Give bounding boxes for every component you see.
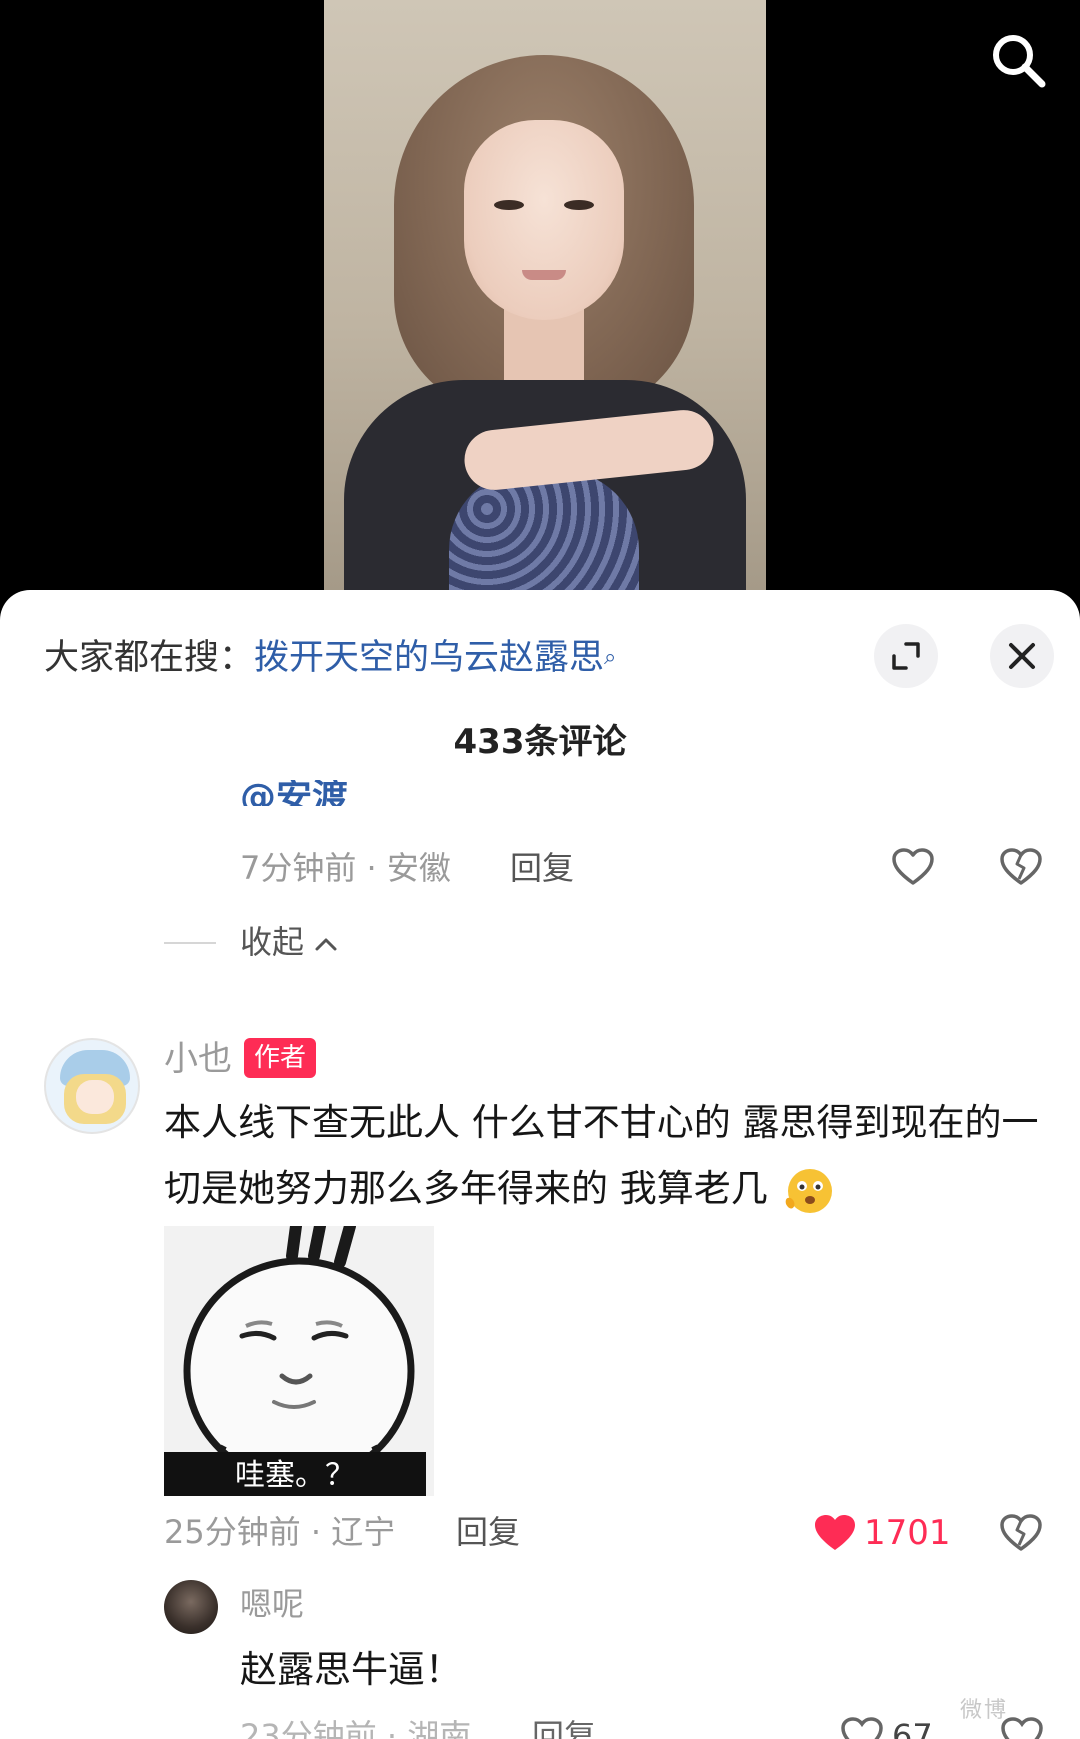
broken-heart-icon: [1000, 1514, 1042, 1551]
hot-search-bar[interactable]: 大家都在搜：拨开天空的乌云赵露思⌕: [44, 636, 616, 680]
collapse-label: 收起: [240, 923, 305, 961]
dislike-button[interactable]: [996, 842, 1046, 892]
expand-button[interactable]: [874, 624, 938, 688]
heart-outline-icon: [841, 1717, 883, 1739]
collapse-replies-button[interactable]: 收起: [240, 920, 338, 964]
sticker-caption: 哇塞。？: [164, 1452, 426, 1496]
comment-text: 本人线下查无此人 什么甘不甘心的 露思得到现在的一切是她努力那么多年得来的 我算…: [164, 1090, 1044, 1222]
reply-time-location: 7分钟前 · 安徽: [240, 849, 451, 887]
reply-button[interactable]: 回复: [510, 848, 574, 888]
reply-avatar[interactable]: [164, 1580, 218, 1634]
search-button[interactable]: [980, 22, 1056, 98]
comment-text-content: 本人线下查无此人 什么甘不甘心的 露思得到现在的一切是她努力那么多年得来的 我算…: [164, 1101, 1039, 1210]
collapse-divider: [164, 942, 216, 944]
reply-like-count-cut: 67: [892, 1717, 933, 1739]
reply-mention-cut[interactable]: @安渡: [240, 780, 348, 806]
person-dress: [449, 470, 639, 590]
heart-outline-icon: [892, 848, 934, 885]
watermark: 微博: [960, 1698, 1009, 1723]
hot-search-link[interactable]: 拨开天空的乌云赵露思: [254, 638, 604, 678]
comment-like-count: 1701: [864, 1513, 951, 1553]
thinking-face-emoji: [785, 1168, 832, 1213]
reply-username[interactable]: 嗯呢: [240, 1582, 304, 1626]
avatar[interactable]: [44, 1038, 140, 1134]
comment-count: 433条评论: [453, 722, 627, 762]
reply-time-location-cut: 23分钟前 · 湖南: [240, 1717, 472, 1739]
reply-text: 赵露思牛逼！: [240, 1648, 462, 1691]
person-mouth: [522, 270, 566, 280]
expand-icon: [892, 642, 920, 670]
comment-panel: 大家都在搜：拨开天空的乌云赵露思⌕ 433条评论 @安渡 7分钟前 · 安徽 回…: [0, 590, 1080, 1739]
heart-filled-icon: [815, 1515, 855, 1550]
comment-like-button[interactable]: [810, 1508, 860, 1558]
comment-reply-button[interactable]: 回复: [456, 1512, 520, 1552]
sticker-image[interactable]: 哇塞。？: [164, 1226, 434, 1496]
search-small-icon: ⌕: [604, 645, 617, 670]
comment-time-location: 25分钟前 · 辽宁: [164, 1513, 396, 1551]
avatar-face: [76, 1080, 114, 1114]
person-eye-left: [494, 200, 524, 210]
author-badge: 作者: [244, 1038, 317, 1078]
close-button[interactable]: [990, 624, 1054, 688]
broken-heart-icon: [1000, 848, 1042, 885]
reply-like-button-cut[interactable]: [840, 1716, 886, 1739]
person-face: [464, 120, 624, 320]
close-icon: [1009, 643, 1035, 669]
search-icon: [993, 35, 1046, 88]
comment-dislike-button[interactable]: [996, 1508, 1046, 1558]
reply-reply-button-cut[interactable]: 回复: [532, 1716, 596, 1739]
like-button[interactable]: [888, 842, 938, 892]
comment-username[interactable]: 小也: [164, 1034, 232, 1084]
hot-search-prefix: 大家都在搜：: [44, 638, 255, 678]
video-frame[interactable]: [324, 0, 766, 590]
chevron-up-icon: [315, 938, 337, 951]
video-area[interactable]: [0, 0, 1080, 600]
person-eye-right: [564, 200, 594, 210]
